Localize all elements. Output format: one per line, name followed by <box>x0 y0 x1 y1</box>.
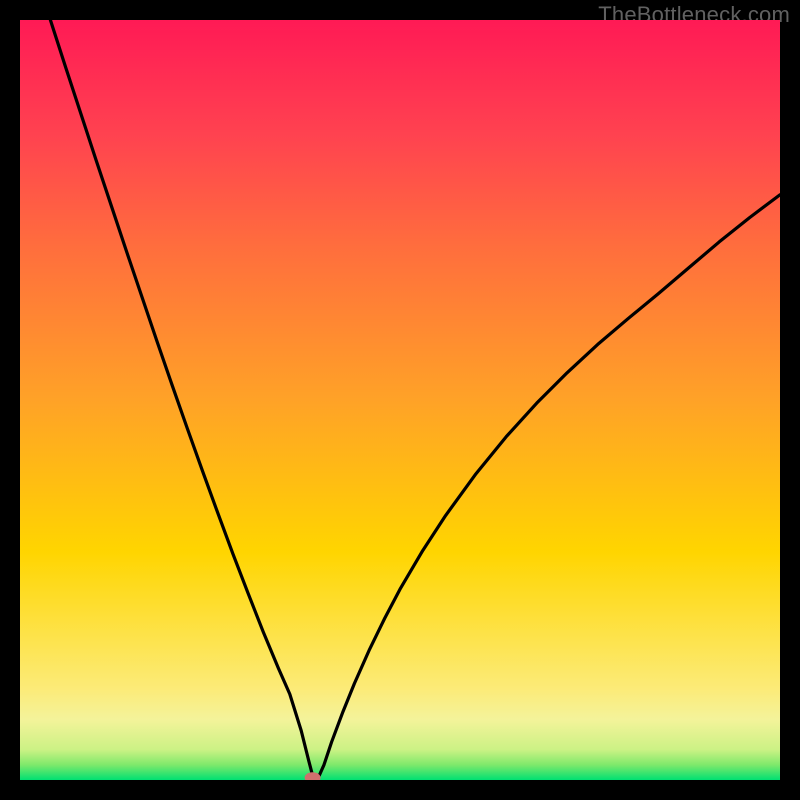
bottleneck-chart <box>20 20 780 780</box>
chart-frame: TheBottleneck.com <box>0 0 800 800</box>
chart-background-gradient <box>20 20 780 780</box>
